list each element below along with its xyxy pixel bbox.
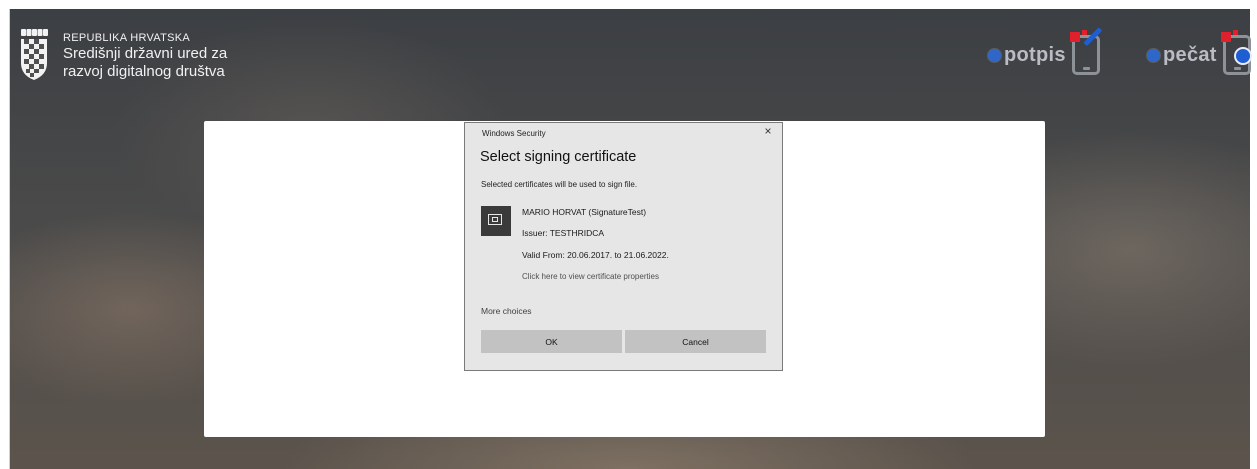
e-dot-icon xyxy=(1147,48,1160,62)
croatian-coat-of-arms-icon xyxy=(21,29,48,80)
certificate-properties-link[interactable]: Click here to view certificate propertie… xyxy=(522,272,659,281)
e-dot-icon xyxy=(988,48,1001,62)
dialog-title: Select signing certificate xyxy=(480,149,637,165)
certificate-icon[interactable] xyxy=(481,206,511,236)
more-choices-link[interactable]: More choices xyxy=(481,306,532,316)
org-country-label: REPUBLIKA HRVATSKA xyxy=(63,32,191,44)
organization-title: REPUBLIKA HRVATSKA Središnji državni ure… xyxy=(63,32,227,81)
brand-word: potpis xyxy=(1004,43,1066,66)
certificate-issuer: Issuer: TESTHRIDCA xyxy=(522,228,605,238)
cancel-button[interactable]: Cancel xyxy=(625,330,766,353)
phone-pen-icon xyxy=(1069,27,1103,75)
ok-button[interactable]: OK xyxy=(481,330,622,353)
dialog-caption: Windows Security xyxy=(482,129,546,138)
certificate-validity: Valid From: 20.06.2017. to 21.06.2022. xyxy=(522,250,669,260)
close-icon[interactable]: × xyxy=(761,124,775,138)
certificate-name[interactable]: MARIO HORVAT (SignatureTest) xyxy=(522,207,646,217)
epecat-logo: pečat xyxy=(1147,30,1252,77)
epotpis-logo: potpis xyxy=(988,27,1103,77)
brand-word: pečat xyxy=(1163,43,1217,66)
windows-security-dialog: Windows Security × Select signing certif… xyxy=(464,122,783,371)
dialog-description: Selected certificates will be used to si… xyxy=(481,180,638,189)
org-name-line2: razvoj digitalnog društva xyxy=(63,63,225,80)
phone-seal-icon xyxy=(1220,30,1252,75)
org-name-line1: Središnji državni ured za xyxy=(63,45,228,62)
